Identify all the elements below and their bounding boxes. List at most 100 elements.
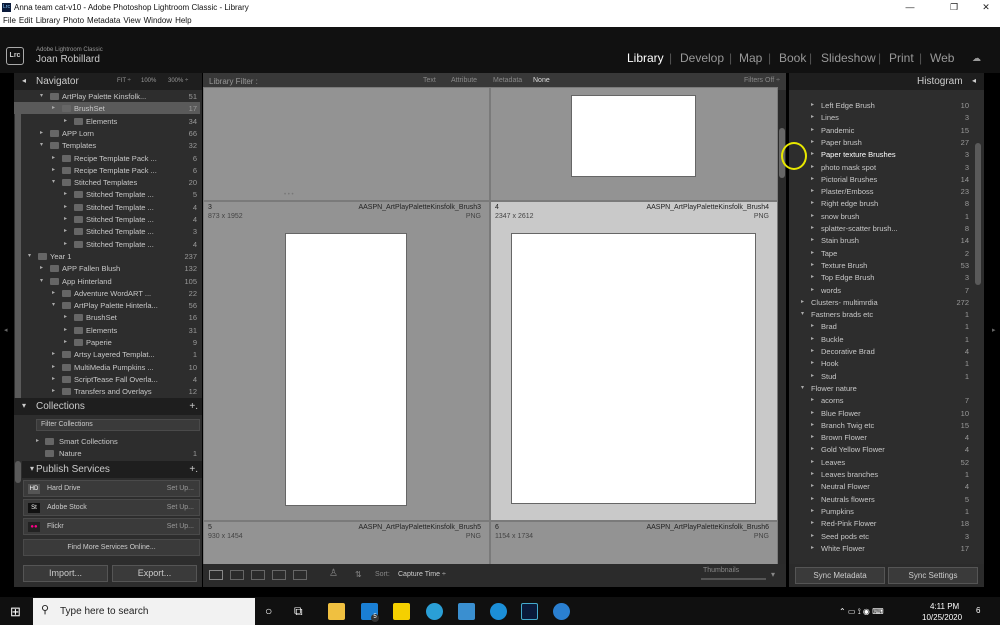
collections-header[interactable]: ▾ Collections +.	[14, 398, 202, 415]
module-web[interactable]: Web	[930, 51, 954, 65]
expand-icon[interactable]: ▸	[811, 421, 814, 428]
menu-edit[interactable]: Edit	[19, 16, 33, 25]
expand-icon[interactable]: ▸	[811, 347, 814, 354]
sync-metadata-button[interactable]: Sync Metadata	[795, 567, 885, 584]
folder-item[interactable]: ▸ APP Lorn 66	[14, 127, 200, 139]
folder-item[interactable]: ▸ BrushSet 17	[14, 102, 200, 115]
keyword-item[interactable]: ▸ acorns 7	[789, 394, 979, 406]
folder-item[interactable]: ▾ Templates 32	[14, 139, 200, 151]
navigator-header[interactable]: ◂ Navigator FIT ÷ 100% 300% ÷	[14, 73, 202, 90]
keyword-item[interactable]: ▸ White Flower 17	[789, 542, 979, 554]
expand-icon[interactable]: ▸	[64, 117, 67, 124]
keyword-item[interactable]: ▸ Plaster/Emboss 23	[789, 185, 979, 197]
expand-icon[interactable]: ▸	[40, 264, 43, 271]
survey-view-icon[interactable]	[272, 570, 286, 580]
keyword-item[interactable]: ▸ Leaves 52	[789, 456, 979, 468]
expand-icon[interactable]: ▸	[811, 495, 814, 502]
folder-item[interactable]: ▾ ArtPlay Palette Hinterla... 56	[14, 299, 200, 311]
keyword-item[interactable]: ▾ Fastners brads etc 1	[789, 308, 979, 320]
menu-window[interactable]: Window	[144, 16, 172, 25]
expand-icon[interactable]: ▸	[811, 482, 814, 489]
cortana-icon[interactable]: ○	[265, 604, 272, 618]
expand-icon[interactable]: ▸	[40, 129, 43, 136]
folder-item[interactable]: ▸ Adventure WordART ... 22	[14, 287, 200, 299]
close-icon[interactable]: ✕	[972, 2, 1000, 13]
compare-view-icon[interactable]	[251, 570, 265, 580]
sort-dropdown[interactable]: Capture Time ÷	[398, 571, 446, 578]
expand-icon[interactable]: ▸	[811, 335, 814, 342]
expand-icon[interactable]: ▸	[811, 322, 814, 329]
expand-icon[interactable]: ▸	[811, 101, 814, 108]
expand-icon[interactable]: ▸	[52, 166, 55, 173]
expand-icon[interactable]: ▸	[811, 126, 814, 133]
publish-header[interactable]: ▾ Publish Services +.	[22, 461, 202, 478]
expand-icon[interactable]: ▸	[52, 104, 55, 111]
notification-icon[interactable]: 6	[976, 606, 980, 615]
folder-item[interactable]: ▸ Elements 31	[14, 324, 200, 336]
expand-icon[interactable]: ▸	[811, 150, 814, 157]
app-taskbar-icon[interactable]	[553, 603, 570, 620]
expand-icon[interactable]: ▸	[811, 519, 814, 526]
module-develop[interactable]: Develop	[680, 51, 724, 65]
cloud-sync-icon[interactable]: ☁	[972, 53, 981, 64]
sticky-notes-icon[interactable]	[393, 603, 410, 620]
taskbar-search-box[interactable]: ⚲ Type here to search	[33, 598, 255, 625]
expand-icon[interactable]: ▾	[40, 277, 43, 284]
filter-tab-text[interactable]: Text	[423, 77, 436, 84]
expand-icon[interactable]: ▾	[40, 141, 43, 148]
right-panel-toggle-icon[interactable]: ▸	[992, 326, 996, 334]
keyword-item[interactable]: ▸ snow brush 1	[789, 210, 979, 222]
export-button[interactable]: Export...	[112, 565, 197, 582]
keyword-item[interactable]: ▸ Neutral Flower 4	[789, 480, 979, 492]
expand-icon[interactable]: ▸	[811, 261, 814, 268]
expand-icon[interactable]: ▸	[811, 359, 814, 366]
histogram-header[interactable]: Histogram ◂	[789, 73, 984, 90]
expand-icon[interactable]: ▾	[28, 252, 31, 259]
keyword-item[interactable]: ▸ Texture Brush 53	[789, 259, 979, 271]
keyword-item[interactable]: ▸ Paper brush 27	[789, 136, 979, 148]
keyword-item[interactable]: ▸ Seed pods etc 3	[789, 530, 979, 542]
sort-direction-icon[interactable]: ⇅	[355, 570, 362, 579]
expand-icon[interactable]: ▾	[801, 384, 804, 391]
zoom-100[interactable]: 100%	[141, 78, 156, 84]
keyword-item[interactable]: ▸ Right edge brush 8	[789, 197, 979, 209]
module-book[interactable]: Book	[779, 51, 806, 65]
keyword-item[interactable]: ▸ Gold Yellow Flower 4	[789, 443, 979, 455]
expand-icon[interactable]: ▸	[811, 212, 814, 219]
thumbnail-cell[interactable]: 3 873 x 1952 AASPN_ArtPlayPaletteKinsfol…	[203, 201, 490, 521]
filter-tab-attribute[interactable]: Attribute	[451, 77, 477, 84]
folder-item[interactable]: ▸ Stitched Template ... 4	[14, 201, 200, 213]
expand-icon[interactable]: ▸	[64, 313, 67, 320]
expand-icon[interactable]: ▸	[811, 470, 814, 477]
folder-item[interactable]: ▸ BrushSet 16	[14, 311, 200, 323]
folder-item[interactable]: ▸ Elements 34	[14, 115, 200, 127]
keyword-item[interactable]: ▸ Red-Pink Flower 18	[789, 517, 979, 529]
publish-flickr[interactable]: ●● Flickr Set Up...	[23, 518, 200, 535]
expand-icon[interactable]: ▸	[52, 154, 55, 161]
thumbnail-image[interactable]	[285, 233, 407, 506]
expand-icon[interactable]: ▸	[811, 138, 814, 145]
system-tray-icons[interactable]: ⌃ ▭ ⟟ ◉ ⌨	[839, 607, 884, 617]
menu-photo[interactable]: Photo	[63, 16, 84, 25]
keyword-item[interactable]: ▸ Lines 3	[789, 111, 979, 123]
grid-view-icon[interactable]	[209, 570, 223, 580]
menu-metadata[interactable]: Metadata	[87, 16, 120, 25]
expand-icon[interactable]: ▸	[811, 187, 814, 194]
expand-icon[interactable]: ▸	[52, 289, 55, 296]
collapse-icon[interactable]: ◂	[22, 76, 26, 85]
expand-icon[interactable]: ▾	[52, 178, 55, 185]
expand-icon[interactable]: ▸	[811, 372, 814, 379]
menu-view[interactable]: View	[123, 16, 140, 25]
expand-icon[interactable]: ▸	[64, 240, 67, 247]
keyword-item[interactable]: ▸ Pumpkins 1	[789, 505, 979, 517]
expand-icon[interactable]: ▸	[811, 396, 814, 403]
thumbnail-cell[interactable]: • • •	[203, 87, 490, 201]
expand-icon[interactable]: ▸	[811, 544, 814, 551]
keyword-item[interactable]: ▸ Leaves branches 1	[789, 468, 979, 480]
expand-icon[interactable]: ▸	[811, 175, 814, 182]
thumbnail-cell-selected[interactable]: 4 2347 x 2612 AASPN_ArtPlayPaletteKinsfo…	[490, 201, 778, 521]
keyword-item[interactable]: ▾ Flower nature	[789, 382, 979, 394]
collections-scrollbar[interactable]	[15, 461, 21, 483]
expand-icon[interactable]: ▸	[811, 224, 814, 231]
expand-icon[interactable]: ▸	[64, 215, 67, 222]
